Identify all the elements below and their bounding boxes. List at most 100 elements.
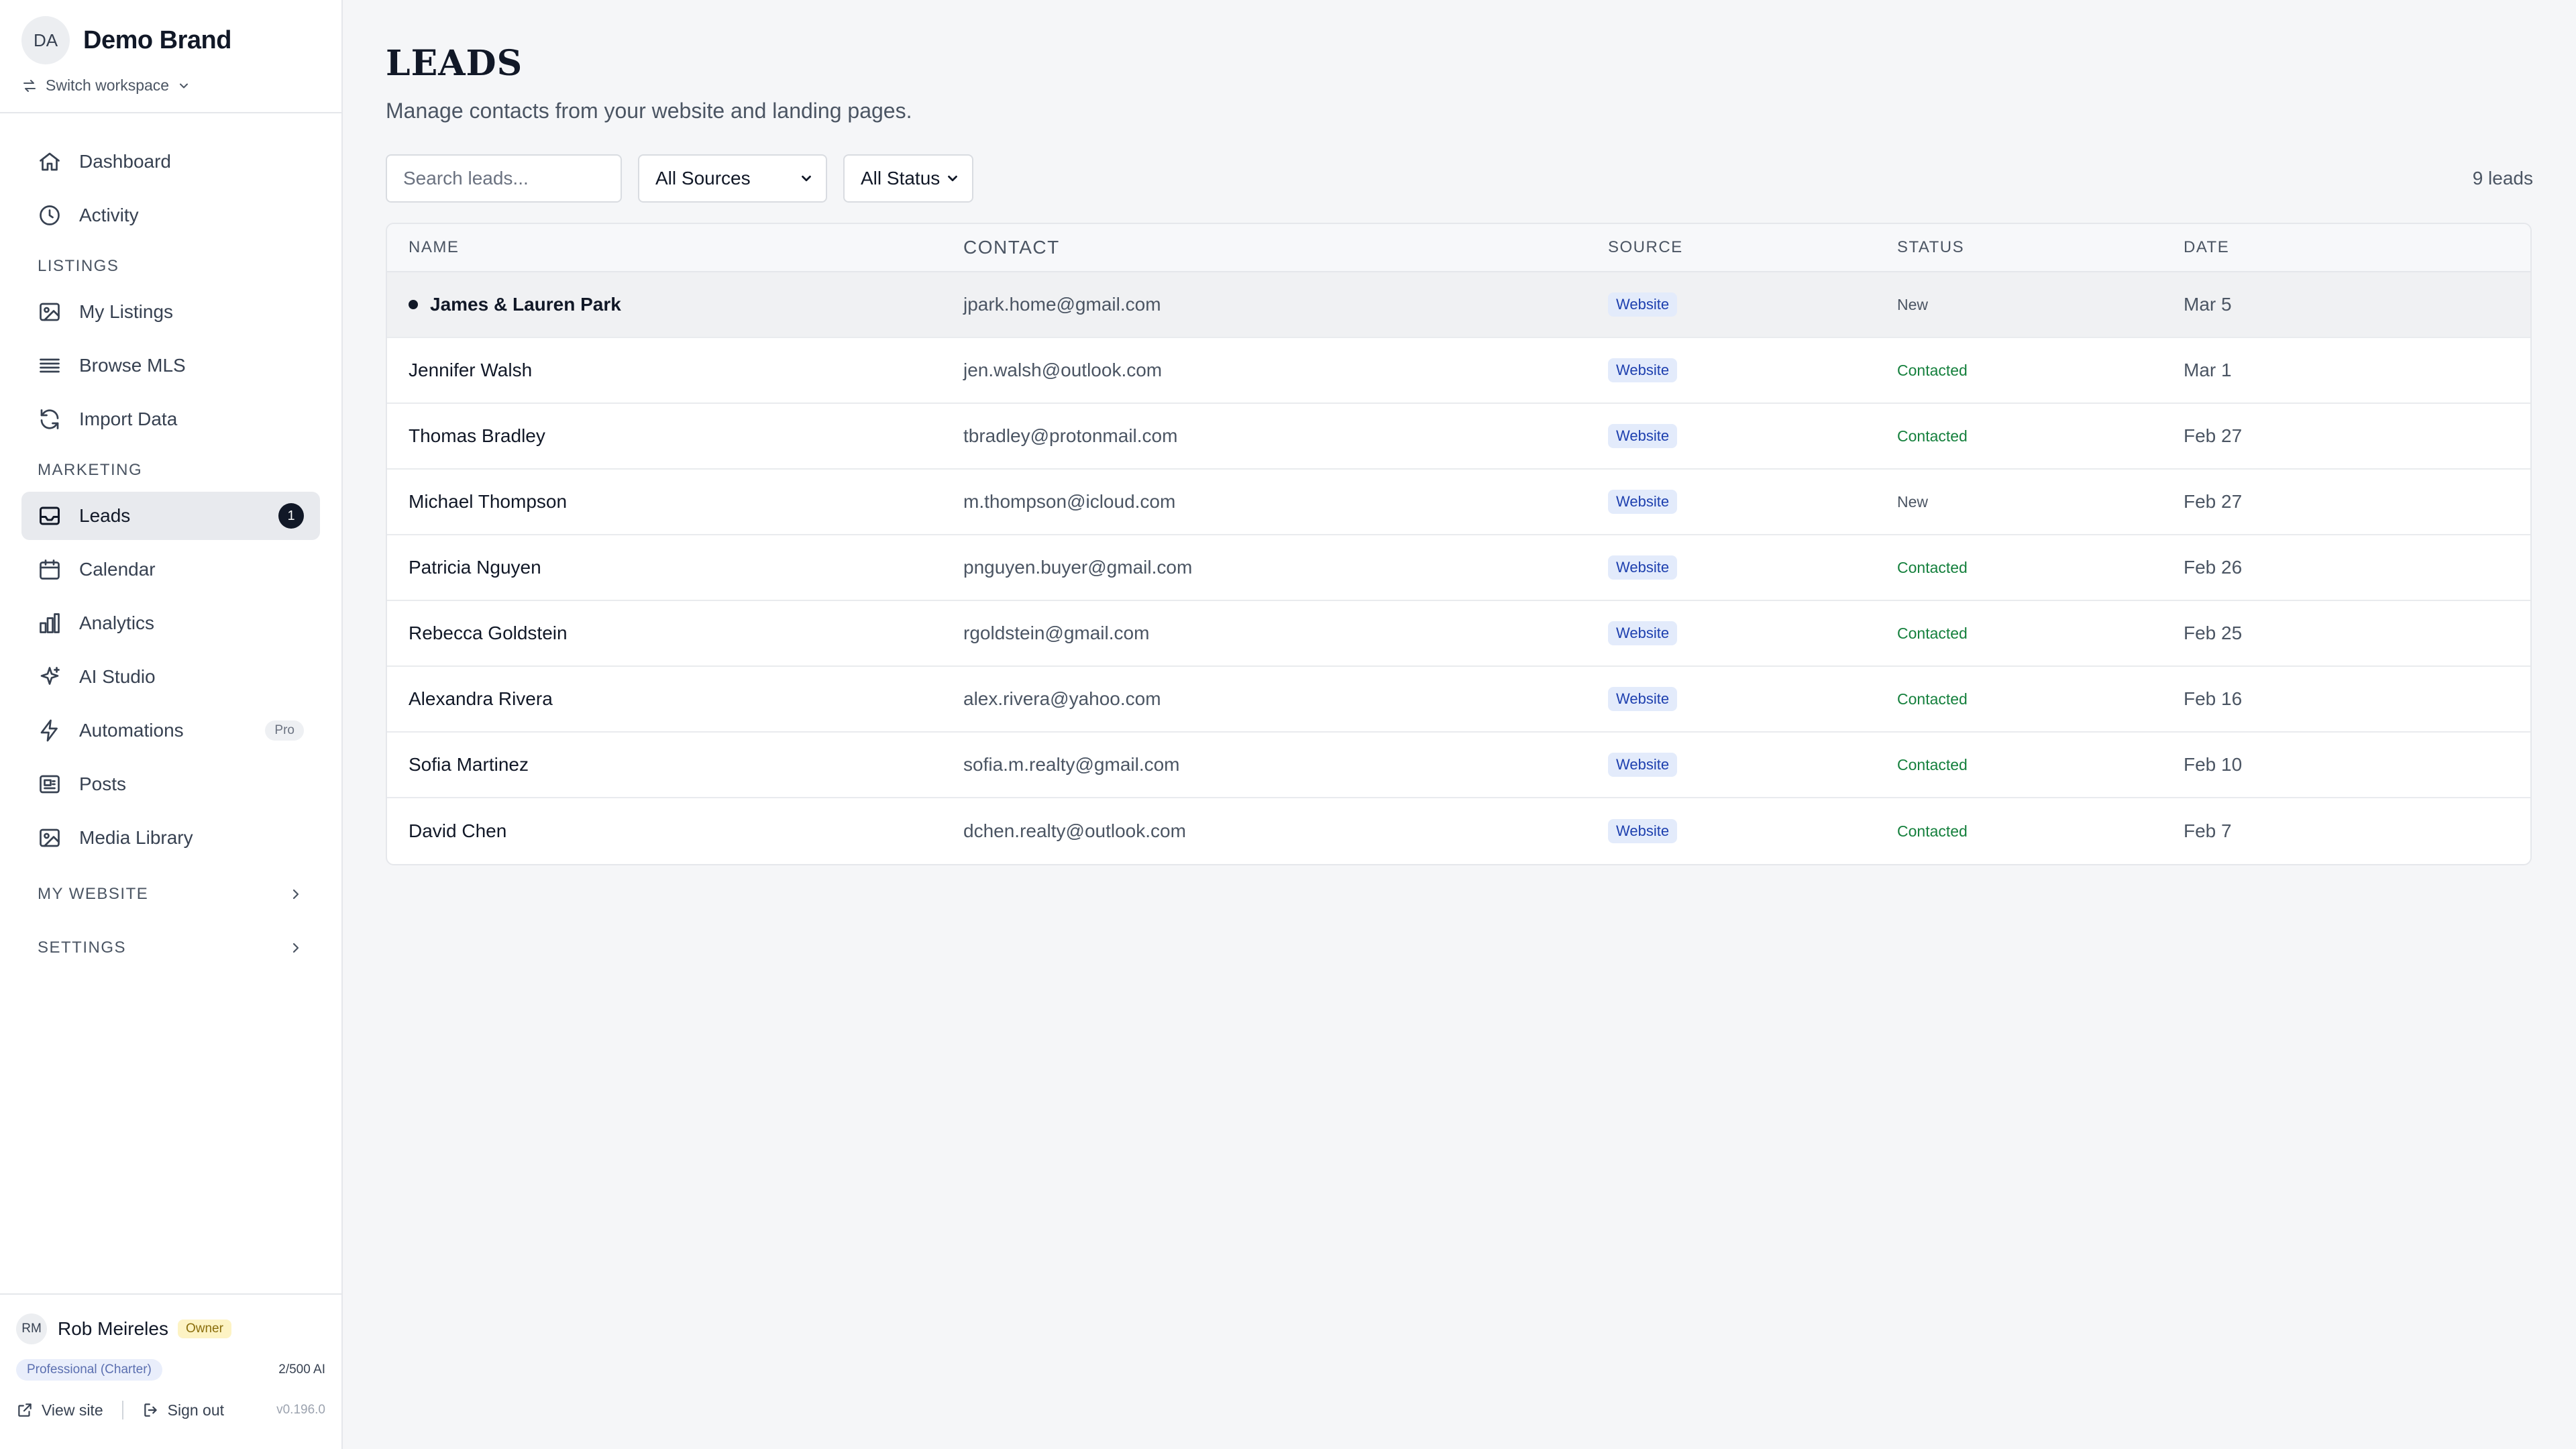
table-row[interactable]: Michael Thompson m.thompson@icloud.com Web… bbox=[387, 470, 2530, 535]
page-title: LEADS bbox=[386, 43, 523, 84]
column-header-contact[interactable]: CONTACT bbox=[963, 237, 1608, 258]
sidebar-footer: RM Rob Meireles Owner Professional (Char… bbox=[0, 1293, 341, 1449]
section-heading-marketing: MARKETING bbox=[38, 458, 304, 482]
lead-name: Rebecca Goldstein bbox=[409, 623, 568, 643]
user-name: Rob Meireles bbox=[58, 1318, 168, 1339]
plan-badge: Professional (Charter) bbox=[16, 1359, 162, 1381]
newspaper-icon bbox=[40, 775, 60, 794]
sidebar-item-media-library[interactable]: Media Library bbox=[21, 814, 320, 862]
status-filter-select[interactable]: All Status bbox=[843, 154, 973, 203]
section-toggle-my-website[interactable]: MY WEBSITE bbox=[38, 867, 304, 921]
section-heading-listings: LISTINGS bbox=[38, 254, 304, 278]
status-filter-value: All Status bbox=[861, 168, 941, 189]
user-row[interactable]: RM Rob Meireles Owner bbox=[16, 1313, 325, 1344]
sidebar-item-activity[interactable]: Activity bbox=[21, 191, 320, 239]
lead-name-cell: Thomas Bradley bbox=[387, 425, 963, 447]
sidebar-item-calendar[interactable]: Calendar bbox=[21, 545, 320, 594]
list-icon bbox=[40, 358, 60, 373]
lead-date: Feb 27 bbox=[2184, 491, 2243, 512]
source-badge: Website bbox=[1608, 490, 1678, 514]
lead-contact: dchen.realty@outlook.com bbox=[963, 820, 1186, 841]
status-badge: Contacted bbox=[1897, 558, 1968, 576]
lead-date: Feb 16 bbox=[2184, 688, 2243, 709]
status-badge: Contacted bbox=[1897, 755, 1968, 773]
table-row[interactable]: Patricia Nguyen pnguyen.buyer@gmail.com We… bbox=[387, 535, 2530, 601]
sidebar-item-browse-mls[interactable]: Browse MLS bbox=[21, 341, 320, 390]
refresh-icon bbox=[40, 409, 59, 429]
section-heading-label: MY WEBSITE bbox=[38, 885, 149, 903]
page-subtitle: Manage contacts from your website and la… bbox=[386, 99, 912, 123]
lead-name: Jennifer Walsh bbox=[409, 360, 533, 380]
source-badge: Website bbox=[1608, 687, 1678, 711]
lead-contact: alex.rivera@yahoo.com bbox=[963, 688, 1161, 709]
table-row[interactable]: Jennifer Walsh jen.walsh@outlook.com Websi… bbox=[387, 338, 2530, 404]
table-row[interactable]: Sofia Martinez sofia.m.realty@gmail.com We… bbox=[387, 733, 2530, 798]
lead-source-cell: Website bbox=[1608, 687, 1897, 711]
status-badge: New bbox=[1897, 492, 1929, 511]
clock-icon bbox=[40, 205, 60, 225]
column-header-name[interactable]: NAME bbox=[387, 238, 963, 257]
search-input[interactable] bbox=[386, 154, 622, 203]
table-row[interactable]: Alexandra Rivera alex.rivera@yahoo.com Web… bbox=[387, 667, 2530, 733]
source-badge: Website bbox=[1608, 555, 1678, 580]
table-row[interactable]: David Chen dchen.realty@outlook.com Websit… bbox=[387, 798, 2530, 864]
sidebar-item-label: Media Library bbox=[79, 827, 193, 848]
lead-name-cell: Alexandra Rivera bbox=[387, 688, 963, 710]
ai-usage-count: 2/500 AI bbox=[278, 1362, 325, 1377]
lead-source-cell: Website bbox=[1608, 753, 1897, 777]
sidebar-item-posts[interactable]: Posts bbox=[21, 760, 320, 808]
sidebar-item-dashboard[interactable]: Dashboard bbox=[21, 138, 320, 186]
lead-name-cell: James & Lauren Park bbox=[387, 294, 963, 315]
lead-name: Sofia Martinez bbox=[409, 754, 529, 775]
lead-contact: jpark.home@gmail.com bbox=[963, 294, 1161, 315]
sidebar-item-label: Import Data bbox=[79, 409, 178, 429]
sidebar-item-ai-studio[interactable]: AI Studio bbox=[21, 653, 320, 701]
filters-toolbar: All Sources All Status 9 leads bbox=[386, 154, 2533, 203]
sidebar-item-label: My Listings bbox=[79, 301, 174, 322]
section-toggle-settings[interactable]: SETTINGS bbox=[38, 921, 304, 975]
status-badge: Contacted bbox=[1897, 822, 1968, 840]
column-header-status[interactable]: STATUS bbox=[1897, 238, 2184, 257]
sidebar-item-my-listings[interactable]: My Listings bbox=[21, 288, 320, 336]
lead-name-cell: Michael Thompson bbox=[387, 491, 963, 513]
sidebar-item-analytics[interactable]: Analytics bbox=[21, 599, 320, 647]
main-content: LEADS Manage contacts from your website … bbox=[343, 0, 2576, 1449]
sign-out-button[interactable]: Sign out bbox=[142, 1401, 224, 1419]
bolt-icon bbox=[40, 719, 58, 742]
brand-block: DA Demo Brand Switch workspace bbox=[0, 0, 341, 113]
sidebar-item-automations[interactable]: Automations Pro bbox=[21, 706, 320, 755]
table-row[interactable]: Thomas Bradley tbradley@protonmail.com Web… bbox=[387, 404, 2530, 470]
source-filter-value: All Sources bbox=[655, 168, 751, 189]
external-link-icon bbox=[18, 1403, 32, 1417]
lead-name-cell: David Chen bbox=[387, 820, 963, 842]
leads-count-badge: 1 bbox=[278, 503, 304, 529]
sparkles-icon bbox=[40, 667, 60, 685]
brand-row[interactable]: DA Demo Brand bbox=[21, 16, 320, 64]
source-badge: Website bbox=[1608, 424, 1678, 448]
lead-date: Mar 5 bbox=[2184, 294, 2232, 315]
view-site-label: View site bbox=[42, 1401, 103, 1419]
lead-name-cell: Jennifer Walsh bbox=[387, 360, 963, 381]
bar-chart-icon bbox=[40, 613, 60, 633]
source-badge: Website bbox=[1608, 358, 1678, 382]
view-site-link[interactable]: View site bbox=[16, 1401, 103, 1419]
lead-source-cell: Website bbox=[1608, 358, 1897, 382]
home-icon bbox=[40, 152, 60, 171]
table-body: James & Lauren Park jpark.home@gmail.com W… bbox=[387, 272, 2530, 864]
column-header-source[interactable]: SOURCE bbox=[1608, 238, 1897, 257]
table-row[interactable]: James & Lauren Park jpark.home@gmail.com W… bbox=[387, 272, 2530, 338]
switch-workspace-button[interactable]: Switch workspace bbox=[21, 76, 320, 95]
unread-dot-icon bbox=[409, 300, 418, 309]
sidebar-item-leads[interactable]: Leads 1 bbox=[21, 492, 320, 540]
source-filter-select[interactable]: All Sources bbox=[638, 154, 827, 203]
sidebar-item-import-data[interactable]: Import Data bbox=[21, 395, 320, 443]
lead-source-cell: Website bbox=[1608, 490, 1897, 514]
lead-name-cell: Patricia Nguyen bbox=[387, 557, 963, 578]
lead-name: David Chen bbox=[409, 820, 507, 841]
source-badge: Website bbox=[1608, 753, 1678, 777]
column-header-date[interactable]: DATE bbox=[2184, 238, 2530, 257]
table-row[interactable]: Rebecca Goldstein rgoldstein@gmail.com Web… bbox=[387, 601, 2530, 667]
swap-icon bbox=[23, 79, 36, 92]
lead-contact: pnguyen.buyer@gmail.com bbox=[963, 557, 1193, 578]
lead-contact: sofia.m.realty@gmail.com bbox=[963, 754, 1180, 775]
